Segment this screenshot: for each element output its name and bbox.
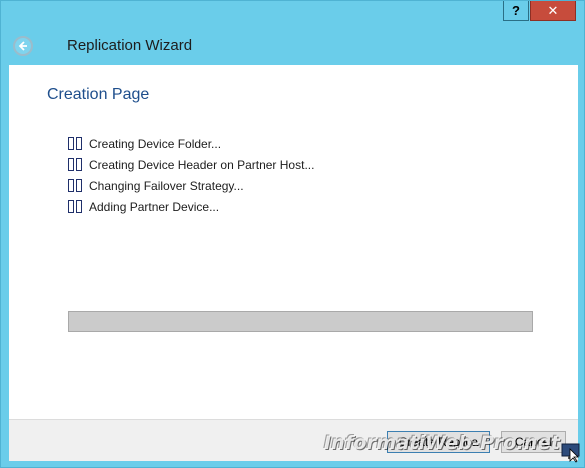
back-button[interactable] [13,36,33,56]
pending-status-icon [68,137,82,150]
step-item: Creating Device Header on Partner Host..… [68,154,314,175]
pending-status-icon [68,200,82,213]
pending-status-icon [68,179,82,192]
caption-buttons: ? ✕ [503,1,576,21]
step-item: Changing Failover Strategy... [68,175,314,196]
step-item: Creating Device Folder... [68,133,314,154]
monitor-cursor-icon [561,443,580,463]
wizard-content: Creation Page Creating Device Folder... … [9,65,578,419]
pending-status-icon [68,158,82,171]
step-label: Changing Failover Strategy... [89,178,244,193]
help-button[interactable]: ? [503,1,529,21]
page-title: Creation Page [47,86,150,103]
close-button[interactable]: ✕ [530,1,576,21]
step-item: Adding Partner Device... [68,196,314,217]
step-label: Adding Partner Device... [89,199,220,214]
step-label: Creating Device Folder... [89,136,222,151]
progress-bar [68,311,533,332]
back-arrow-icon [18,41,27,51]
window-title: Replication Wizard [67,37,193,54]
step-list: Creating Device Folder... Creating Devic… [68,133,314,217]
watermark: InformatiWeb-Pro.net [323,432,560,454]
step-label: Creating Device Header on Partner Host..… [89,157,315,172]
wizard-window: ? ✕ Replication Wizard Creation Page Cre… [0,0,585,468]
